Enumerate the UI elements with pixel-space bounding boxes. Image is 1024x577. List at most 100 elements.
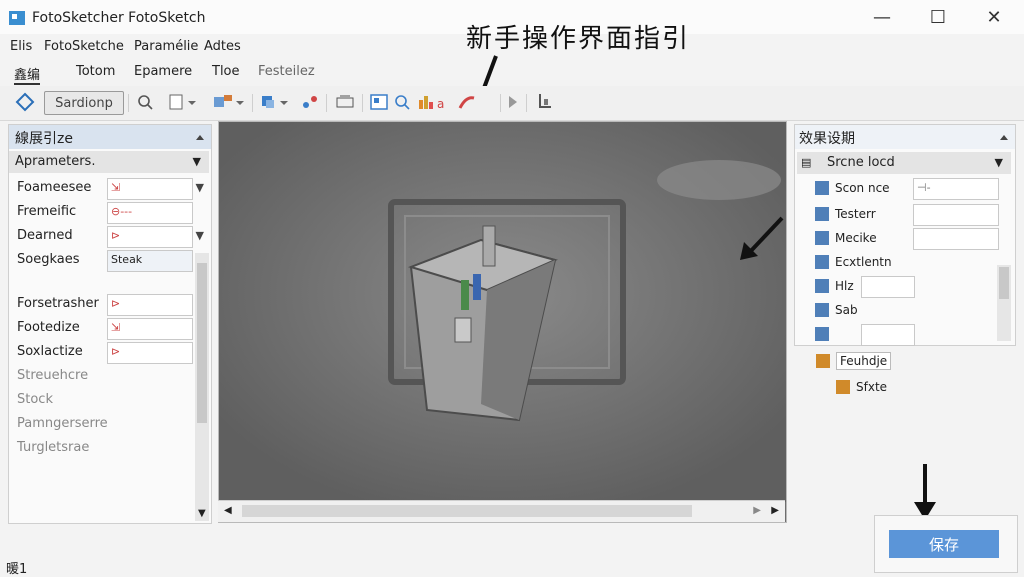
effect-field[interactable]: ⊣-: [913, 178, 999, 200]
effect-icon: [815, 181, 829, 195]
effect-item[interactable]: Sab: [815, 299, 995, 321]
effect-label: Feuhdje: [836, 352, 892, 370]
brush-icon[interactable]: [456, 91, 478, 113]
parameter-label: Forsetrasher: [17, 296, 99, 311]
left-scrollbar[interactable]: ▼: [195, 253, 209, 521]
parameter-value: ⊳: [111, 345, 121, 358]
parameter-field[interactable]: ⊳: [107, 342, 193, 364]
resize-icon[interactable]: [332, 91, 358, 113]
effect-label: Testerr: [835, 207, 876, 221]
parameter-label: Turgletsrae: [17, 440, 90, 455]
layers-icon[interactable]: [210, 91, 248, 113]
tab[interactable]: Epamere: [134, 64, 192, 79]
parameter-field[interactable]: ⊖---: [107, 202, 193, 224]
menu-item[interactable]: Adtes: [204, 39, 241, 54]
parameter-field[interactable]: ⊳ ▼: [107, 226, 204, 248]
effect-item[interactable]: Ecxtlentn: [815, 251, 995, 273]
parameter-label: Soxlactize: [17, 344, 83, 359]
parameter-field[interactable]: ⇲▼: [107, 318, 204, 340]
close-button[interactable]: ✕: [966, 0, 1022, 34]
effect-label: Scon nce: [835, 181, 890, 195]
menu-item[interactable]: Elis: [10, 39, 32, 54]
preview-canvas[interactable]: [218, 121, 787, 523]
minimize-button[interactable]: —: [854, 0, 910, 34]
histogram-icon[interactable]: a: [416, 91, 452, 113]
parameter-row: Forsetrasher ⊳: [9, 293, 197, 317]
effect-label: Hlz: [835, 279, 854, 293]
image-icon[interactable]: [368, 91, 390, 113]
status-text: 暖1: [6, 562, 28, 577]
search-icon[interactable]: [392, 91, 412, 113]
effect-icon: [815, 303, 829, 317]
guide-arrow-icon: [740, 216, 784, 260]
scrollbar-thumb[interactable]: [242, 505, 692, 517]
effect-field[interactable]: [913, 228, 999, 250]
scrollbar-thumb[interactable]: [999, 267, 1009, 299]
parameter-label: Soegkaes: [17, 252, 80, 267]
parameter-label: Streuehcre: [17, 368, 89, 383]
scroll-right-icon[interactable]: ▶: [771, 505, 779, 516]
tab-strip: 鑫编 Totom Epamere Tloe Festeilez: [0, 60, 400, 85]
chevron-down-icon[interactable]: ▼: [196, 181, 204, 194]
parameter-field[interactable]: ⇲▼: [107, 178, 204, 200]
zoom-icon[interactable]: [134, 91, 156, 113]
toolbar-divider: [128, 94, 129, 112]
toolbar-divider: [362, 94, 363, 112]
effect-field-value: ⊣-: [917, 181, 931, 194]
parameter-row: Footedize ⇲▼: [9, 317, 204, 341]
parameter-value: ⇲: [111, 181, 121, 194]
parameter-field[interactable]: ⊳: [107, 294, 193, 316]
parameter-row: Freme⁠ific ⊖---: [9, 201, 197, 225]
tab[interactable]: Totom: [76, 64, 115, 79]
toolbar-divider: [252, 94, 253, 112]
tab[interactable]: Festeilez: [258, 64, 315, 79]
tab[interactable]: 鑫编: [14, 64, 41, 85]
preview-image: [219, 122, 786, 502]
scroll-left-icon[interactable]: ◀: [224, 505, 232, 516]
effect-icon: [815, 231, 829, 245]
menu-item[interactable]: FotoSketche: [44, 39, 124, 54]
parameters-subheader[interactable]: Aprameters. ▼: [9, 151, 209, 173]
effect-field[interactable]: [913, 204, 999, 226]
parameter-label: Dearned: [17, 228, 73, 243]
app-title: FotoSketcher FotoSketch: [32, 10, 206, 26]
page-icon[interactable]: [166, 91, 200, 113]
parameter-field[interactable]: Steak: [107, 250, 193, 272]
guide-arrow-icon: [914, 464, 936, 520]
scroll-right-icon[interactable]: ▶: [753, 505, 761, 516]
effects-subheader[interactable]: ▤ Srcne locd ▼: [797, 152, 1011, 174]
tab[interactable]: Tloe: [212, 64, 240, 79]
play-icon[interactable]: [506, 91, 520, 113]
collapse-icon[interactable]: [999, 133, 1009, 141]
collapse-icon[interactable]: [195, 133, 205, 141]
parameter-row: Pamngerserre: [9, 413, 197, 437]
save-button[interactable]: 保存: [889, 530, 999, 558]
parameter-row: Streuehcre: [9, 365, 197, 389]
frame-icon[interactable]: [258, 91, 292, 113]
scrollbar-thumb[interactable]: [197, 263, 207, 423]
parameter-label: Freme⁠ific: [17, 204, 77, 219]
toolbar-divider: [326, 94, 327, 112]
sketch-button[interactable]: Sardionp: [44, 91, 124, 115]
effects-icon[interactable]: [298, 91, 322, 113]
chevron-down-icon: ▼: [994, 156, 1003, 169]
effect-item[interactable]: Feuhdje: [816, 350, 892, 372]
effect-icon: [816, 354, 830, 368]
effect-icon: [815, 255, 829, 269]
toolbar-divider: [500, 94, 501, 112]
scroll-down-icon[interactable]: ▼: [198, 508, 206, 519]
menu-item[interactable]: Paramélie: [134, 39, 198, 54]
effect-label: Sfxte: [856, 380, 888, 394]
maximize-button[interactable]: ☐: [910, 0, 966, 34]
effect-field[interactable]: [861, 324, 915, 346]
parameter-row: Turgletsrae: [9, 437, 197, 461]
effect-item[interactable]: Sfxte: [836, 376, 887, 398]
chevron-down-icon[interactable]: ▼: [196, 229, 204, 242]
canvas-horizontal-scrollbar[interactable]: ◀ ▶ ▶: [218, 500, 785, 522]
effect-field[interactable]: [861, 276, 915, 298]
diamond-tool-icon[interactable]: [12, 91, 38, 113]
right-scrollbar[interactable]: [997, 265, 1011, 341]
crop-icon[interactable]: [534, 91, 554, 113]
save-area: 保存: [874, 515, 1018, 573]
effect-label: Ecxtlentn: [835, 255, 892, 269]
